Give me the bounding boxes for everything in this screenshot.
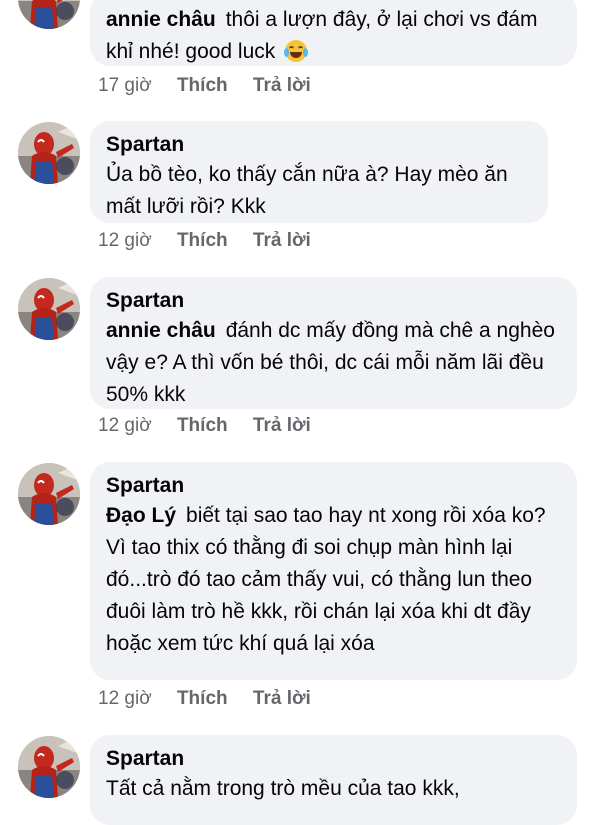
timestamp[interactable]: 12 giờ xyxy=(98,687,152,711)
comment-actions: 17 giờ Thích Trả lời xyxy=(98,74,331,98)
comment-text: Ủa bồ tèo, ko thấy cắn nữa à? Hay mèo ăn… xyxy=(106,163,508,218)
comment-actions: 12 giờ Thích Trả lời xyxy=(98,414,331,438)
comment-bubble: Spartan Đạo Lý biết tại sao tao hay nt xo… xyxy=(90,462,577,680)
avatar[interactable] xyxy=(18,0,80,29)
profile-picture xyxy=(18,122,80,184)
timestamp[interactable]: 17 giờ xyxy=(98,74,152,98)
timestamp[interactable]: 12 giờ xyxy=(98,229,152,253)
mention-link[interactable]: Đạo Lý xyxy=(106,504,176,527)
reply-button[interactable]: Trả lời xyxy=(253,229,311,253)
profile-picture xyxy=(18,0,80,29)
profile-picture xyxy=(18,736,80,798)
comment-actions: 12 giờ Thích Trả lời xyxy=(98,687,331,711)
comment-author[interactable]: Spartan xyxy=(106,745,561,773)
face-with-tears-of-joy-icon xyxy=(284,40,309,62)
mention-link[interactable]: annie châu xyxy=(106,319,216,342)
comment-bubble: Spartan annie châu đánh dc mấy đồng mà ch… xyxy=(90,277,577,409)
comment-actions: 12 giờ Thích Trả lời xyxy=(98,229,331,253)
reply-button[interactable]: Trả lời xyxy=(253,687,311,711)
profile-picture xyxy=(18,463,80,525)
avatar[interactable] xyxy=(18,736,80,798)
like-button[interactable]: Thích xyxy=(177,229,228,253)
profile-picture xyxy=(18,278,80,340)
like-button[interactable]: Thích xyxy=(177,414,228,438)
comment-text: Tất cả nằm trong trò mều của tao kkk, xyxy=(106,777,460,800)
avatar[interactable] xyxy=(18,122,80,184)
comment-author[interactable]: Spartan xyxy=(106,472,561,500)
mention-link[interactable]: annie châu xyxy=(106,8,216,31)
comment-author[interactable]: Spartan xyxy=(106,287,561,315)
avatar[interactable] xyxy=(18,278,80,340)
comment-bubble: Spartan Ủa bồ tèo, ko thấy cắn nữa à? Ha… xyxy=(90,121,548,223)
comment-bubble: Spartan Tất cả nằm trong trò mều của tao… xyxy=(90,735,577,825)
comment-author[interactable]: Spartan xyxy=(106,131,532,159)
reply-button[interactable]: Trả lời xyxy=(253,414,311,438)
like-button[interactable]: Thích xyxy=(177,74,228,98)
like-button[interactable]: Thích xyxy=(177,687,228,711)
avatar[interactable] xyxy=(18,463,80,525)
comment-bubble: annie châu thôi a lượn đây, ở lại chơi vs… xyxy=(90,0,577,66)
timestamp[interactable]: 12 giờ xyxy=(98,414,152,438)
reply-button[interactable]: Trả lời xyxy=(253,74,311,98)
